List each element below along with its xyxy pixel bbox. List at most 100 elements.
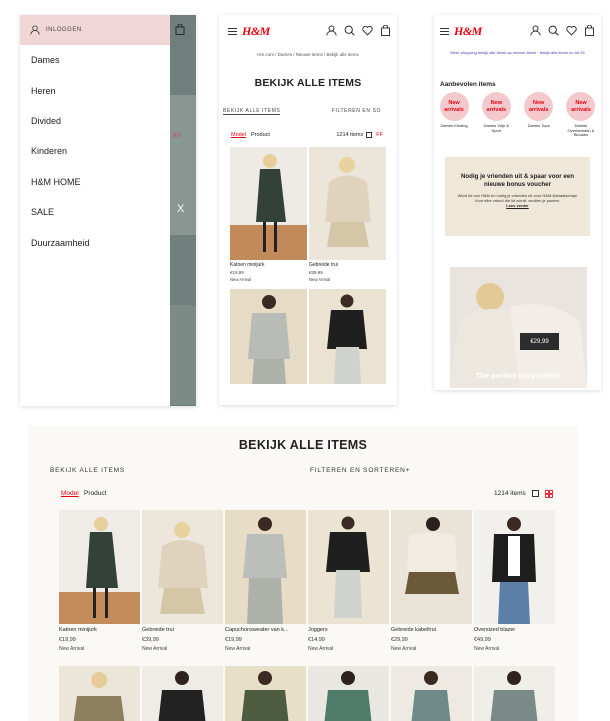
voucher-banner[interactable]: Nodig je vrienden uit & spaar voor een n…	[445, 156, 590, 236]
product-card[interactable]	[474, 666, 555, 721]
product-card[interactable]	[230, 282, 307, 384]
tab-all-items[interactable]: BEKIJK ALLE ITEMS	[223, 108, 281, 115]
product-image[interactable]	[308, 510, 389, 624]
tab-filter[interactable]: FILTEREN EN SO	[332, 108, 381, 115]
voucher-link[interactable]: Lees verder	[445, 203, 590, 208]
account-icon[interactable]	[530, 25, 541, 36]
product-grid-row	[59, 666, 555, 721]
product-toggle[interactable]: Product	[84, 490, 106, 497]
product-card[interactable]: Katoen minijurk €19,99 New Arrival	[59, 510, 140, 652]
model-toggle[interactable]: Model	[61, 490, 79, 497]
product-image[interactable]	[230, 147, 307, 260]
product-image[interactable]	[230, 289, 307, 384]
product-image[interactable]	[142, 510, 223, 624]
close-menu-button[interactable]: X	[177, 203, 184, 215]
recommended-item[interactable]: New arrivals Dames Vrije & Sport	[479, 92, 513, 138]
filter-tabs: BEKIJK ALLE ITEMS FILTEREN EN SO	[219, 108, 397, 115]
menu-item-dames[interactable]: Dames	[20, 45, 170, 75]
product-card[interactable]	[391, 666, 472, 721]
promo-text[interactable]: The perfect cozy palette	[450, 371, 587, 380]
product-image[interactable]	[59, 666, 140, 721]
shopping-bag-icon[interactable]	[584, 25, 595, 36]
hm-logo[interactable]: H&M	[454, 24, 482, 39]
menu-item-heren[interactable]: Heren	[20, 75, 170, 105]
menu-item-kinderen[interactable]: Kinderen	[20, 136, 170, 166]
filter-sort-button[interactable]: FILTEREN EN SORTEREN+	[310, 467, 410, 474]
product-name[interactable]: Gebreide trui	[309, 262, 386, 268]
search-icon[interactable]	[548, 25, 559, 36]
product-name[interactable]: Katoen minijurk	[230, 262, 307, 268]
single-view-icon[interactable]	[366, 132, 373, 138]
product-image[interactable]	[309, 289, 386, 384]
product-image[interactable]	[308, 666, 389, 721]
recommended-title: Aanbevolen items	[440, 81, 496, 88]
product-name[interactable]: Oversized blazer	[474, 627, 555, 633]
promo-banner[interactable]: €29,99 The perfect cozy palette	[450, 267, 587, 388]
product-card[interactable]	[225, 666, 306, 721]
heart-icon[interactable]	[566, 25, 577, 36]
product-card[interactable]: Joggers €14,99 New Arrival	[308, 510, 389, 652]
product-image[interactable]	[309, 147, 386, 260]
product-card[interactable]	[308, 666, 389, 721]
product-toggle[interactable]: Product	[251, 132, 270, 138]
product-card[interactable]: Oversized blazer €49,99 New Arrival	[474, 510, 555, 652]
grid-view-icon[interactable]: FF	[376, 132, 383, 138]
search-icon[interactable]	[344, 25, 355, 36]
heart-icon[interactable]	[362, 25, 373, 36]
product-image[interactable]	[142, 666, 223, 721]
product-image[interactable]	[391, 510, 472, 624]
new-arrivals-badge[interactable]: New arrivals	[439, 92, 469, 121]
product-card[interactable]: Gebreide trui €39,99 New Arrival	[142, 510, 223, 652]
menu-item-hm-home[interactable]: H&M HOME	[20, 167, 170, 197]
recommended-item[interactable]: New arrivals Dames Overhemden & Blouses	[564, 92, 598, 138]
product-card[interactable]	[142, 666, 223, 721]
shopping-bag-icon[interactable]	[175, 24, 185, 35]
menu-icon[interactable]	[228, 27, 237, 35]
single-view-icon[interactable]	[532, 490, 539, 497]
product-name[interactable]: Gebreide trui	[142, 627, 223, 633]
product-name[interactable]: Katoen minijurk	[59, 627, 140, 633]
login-row[interactable]: INLOGGEN	[20, 15, 170, 45]
product-card[interactable]: Katoen minijurk €19,99 New Arrival	[230, 147, 307, 282]
new-arrivals-badge[interactable]: New arrivals	[524, 92, 554, 121]
account-icon[interactable]	[326, 25, 337, 36]
recommended-label[interactable]: Dames Tops	[522, 123, 556, 129]
recommended-item[interactable]: New arrivals Dames Tops	[522, 92, 556, 138]
promo-ticker[interactable]: Meer shopping bekijk alle items op nieuw…	[434, 50, 601, 55]
menu-item-duurzaamheid[interactable]: Duurzaamheid	[20, 227, 170, 257]
product-card[interactable]	[59, 666, 140, 721]
product-card[interactable]: Capuchonsweater van k... €19,99 New Arri…	[225, 510, 306, 652]
product-image[interactable]	[474, 510, 555, 624]
recommended-item[interactable]: New arrivals Dames Kleding	[437, 92, 471, 138]
product-image[interactable]	[225, 666, 306, 721]
grid-view-icon[interactable]	[545, 490, 553, 498]
product-name[interactable]: Capuchonsweater van k...	[225, 627, 306, 633]
shopping-bag-icon[interactable]	[380, 25, 391, 36]
recommended-label[interactable]: Dames Overhemden & Blouses	[564, 123, 598, 138]
menu-item-sale[interactable]: SALE	[20, 197, 170, 227]
product-name[interactable]: Gebreide kabeltrui	[391, 627, 472, 633]
recommended-label[interactable]: Dames Kleding	[437, 123, 471, 129]
product-image[interactable]	[225, 510, 306, 624]
header-icons	[326, 25, 391, 36]
product-card[interactable]: Gebreide kabeltrui €29,99 New Arrival	[391, 510, 472, 652]
recommended-label[interactable]: Dames Vrije & Sport	[479, 123, 513, 133]
menu-icon[interactable]	[440, 27, 449, 35]
tab-all-items[interactable]: BEKIJK ALLE ITEMS	[50, 467, 125, 474]
product-image[interactable]	[59, 510, 140, 624]
breadcrumb[interactable]: Hm.com / Dames / Nieuwe items / Bekijk a…	[219, 52, 397, 57]
product-image[interactable]	[391, 666, 472, 721]
hm-logo[interactable]: H&M	[242, 24, 270, 39]
side-ff-label: FF	[173, 133, 182, 140]
model-toggle[interactable]: Model	[231, 132, 246, 138]
product-name[interactable]: Joggers	[308, 627, 389, 633]
product-tag: New Arrival	[142, 646, 168, 652]
new-arrivals-badge[interactable]: New arrivals	[481, 92, 511, 121]
badge-line2: arrivals	[486, 106, 507, 113]
page-title: BEKIJK ALLE ITEMS	[254, 77, 362, 89]
new-arrivals-badge[interactable]: New arrivals	[566, 92, 596, 121]
product-card[interactable]: Gebreide trui €39,99 New Arrival	[309, 147, 386, 282]
product-image[interactable]	[474, 666, 555, 721]
menu-item-divided[interactable]: Divided	[20, 106, 170, 136]
product-card[interactable]	[309, 282, 386, 384]
